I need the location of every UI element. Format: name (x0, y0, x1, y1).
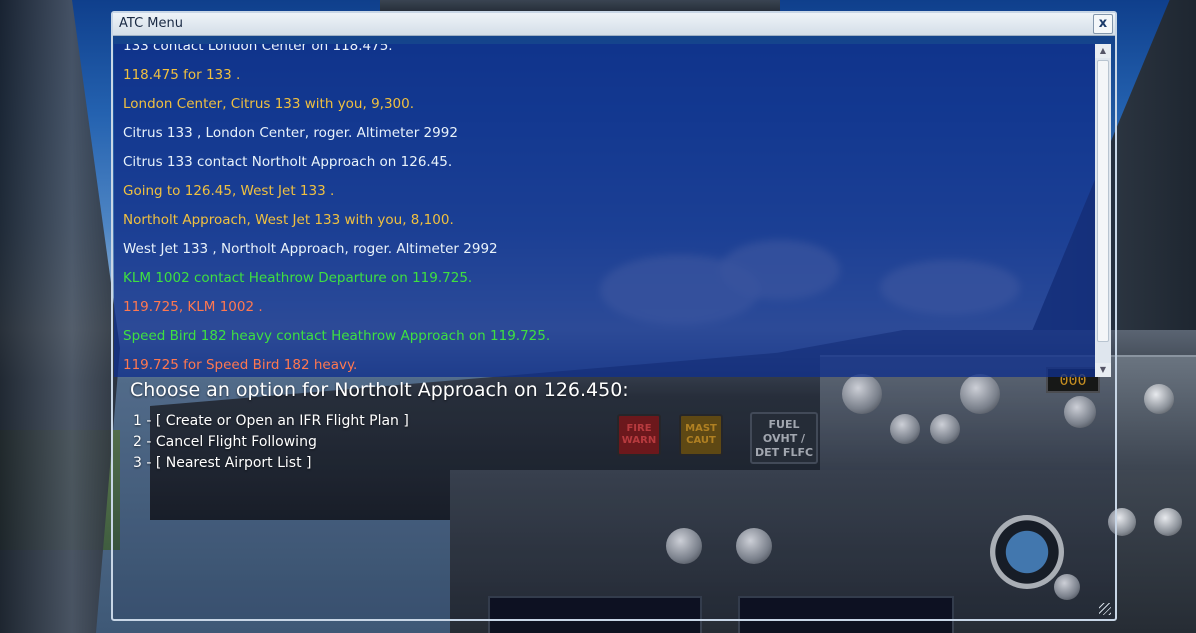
title-bar[interactable]: ATC Menu x (113, 13, 1115, 36)
log-message: Going to 126.45, West Jet 133 . (123, 183, 335, 199)
log-message: Citrus 133 , London Center, roger. Altim… (123, 125, 458, 141)
option-flight-plan[interactable]: 1 - [ Create or Open an IFR Flight Plan … (133, 413, 409, 429)
scroll-thumb[interactable] (1097, 60, 1109, 342)
close-button[interactable]: x (1093, 14, 1113, 34)
log-scrollbar[interactable]: ▲ ▼ (1095, 44, 1111, 377)
log-message: 133 contact London Center on 118.475. (123, 44, 393, 54)
side-knob[interactable] (1154, 508, 1182, 536)
resize-grip-icon[interactable] (1099, 603, 1111, 615)
log-message: 119.725, KLM 1002 . (123, 299, 263, 315)
log-message: 119.725 for Speed Bird 182 heavy. (123, 357, 358, 373)
log-message: London Center, Citrus 133 with you, 9,30… (123, 96, 415, 112)
log-message: West Jet 133 , Northolt Approach, roger.… (123, 241, 498, 257)
log-message: KLM 1002 contact Heathrow Departure on 1… (123, 270, 473, 286)
option-cancel-flight-following[interactable]: 2 - Cancel Flight Following (133, 434, 317, 450)
log-message: 118.475 for 133 . (123, 67, 241, 83)
atc-menu-window[interactable]: ATC Menu x 133 contact London Center on … (111, 11, 1117, 621)
scroll-up-arrow-icon[interactable]: ▲ (1095, 44, 1111, 58)
window-title: ATC Menu (119, 16, 183, 31)
log-message: Citrus 133 contact Northolt Approach on … (123, 154, 453, 170)
option-nearest-airport[interactable]: 3 - [ Nearest Airport List ] (133, 455, 312, 471)
log-message: Northolt Approach, West Jet 133 with you… (123, 212, 454, 228)
at-arm-knob[interactable] (1144, 384, 1174, 414)
atc-message-log: 133 contact London Center on 118.475. 118… (114, 44, 1095, 377)
options-heading: Choose an option for Northolt Approach o… (130, 379, 629, 401)
atc-options: Choose an option for Northolt Approach o… (113, 377, 1115, 619)
log-message: Speed Bird 182 heavy contact Heathrow Ap… (123, 328, 551, 344)
scroll-down-arrow-icon[interactable]: ▼ (1095, 363, 1111, 377)
